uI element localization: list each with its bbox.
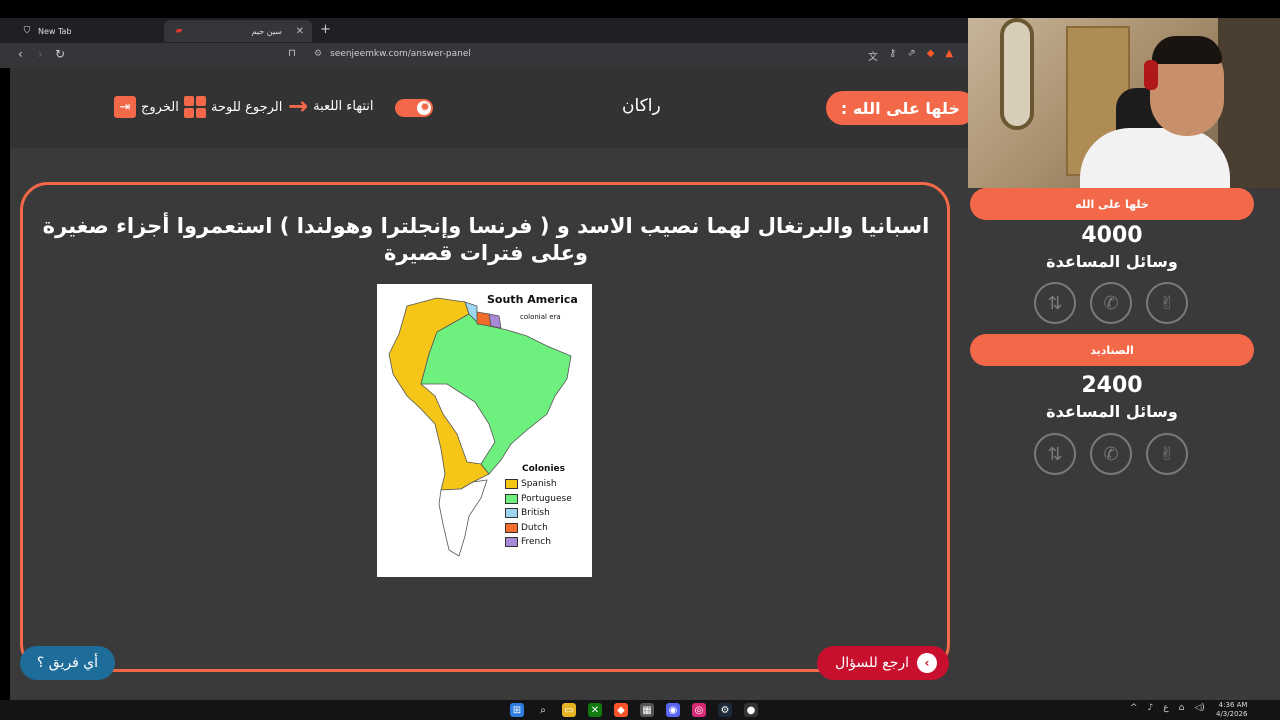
obs-icon[interactable]: ●: [744, 703, 758, 717]
system-tray: ^ ♪ ع ⌂ ◁): [1130, 703, 1205, 713]
peace-hand-icon[interactable]: ✌: [1146, 282, 1188, 324]
volume-icon[interactable]: ◁): [1194, 703, 1204, 713]
question-text: اسبانيا والبرتغال لهما نصيب الاسد و ( فر…: [42, 214, 930, 265]
map-title: South America: [487, 293, 578, 306]
brave-rewards-icon[interactable]: ▲: [945, 48, 953, 63]
browser-toolbar: 文 ⚷ ⇗ ◆ ▲: [868, 48, 953, 63]
map-region-french: [488, 313, 502, 329]
forward-arrow-icon[interactable]: ›: [38, 47, 43, 61]
exit-door-icon: ⇥: [114, 96, 136, 118]
grid-icon: [184, 96, 206, 118]
key-icon[interactable]: ⚷: [889, 48, 896, 63]
swap-question-icon[interactable]: ⇅: [1034, 433, 1076, 475]
steam-icon[interactable]: ⚙: [718, 703, 732, 717]
back-to-question-button[interactable]: ارجع للسؤال ‹: [817, 646, 949, 680]
shield-icon: ⛉: [23, 26, 31, 36]
brave-shield-icon[interactable]: ◆: [927, 48, 935, 63]
team-name-badge: الصناديد: [970, 334, 1254, 366]
lifelines-row: ⇅ ✆ ✌: [1034, 433, 1188, 475]
answer-panel-page: ⇥ الخروج الرجوع للوحة → انتهاء اللعبة ✹ …: [10, 68, 976, 700]
close-icon[interactable]: ✕: [296, 26, 304, 37]
os-taskbar: ⊞ ⌕ ▭ ✕ ◆ ▦ ◉ ◎ ⚙ ● ^ ♪ ع ⌂ ◁) 4:36 AM 4…: [0, 700, 1280, 720]
team-name-badge: خلها على الله: [970, 188, 1254, 220]
settings-toggle[interactable]: ✹: [395, 99, 433, 117]
legend-item: Spanish: [505, 477, 572, 492]
team-score: 4000: [1081, 223, 1143, 248]
microphone-icon[interactable]: ♪: [1148, 703, 1154, 713]
legend-swatch: [505, 537, 518, 548]
legend-swatch: [505, 508, 518, 519]
instagram-icon[interactable]: ◎: [692, 703, 706, 717]
gear-icon: ✹: [419, 100, 430, 114]
lifelines-row: ⇅ ✆ ✌: [1034, 282, 1188, 324]
brave-browser-icon[interactable]: ◆: [614, 703, 628, 717]
helps-label: وسائل المساعدة: [1046, 402, 1178, 421]
question-image: South America colonial era Colonies Span…: [377, 284, 592, 577]
legend-swatch: [505, 493, 518, 504]
current-team-name: راكان: [622, 96, 661, 116]
arrow-right-icon: →: [288, 92, 309, 120]
turn-badge: : خلها على الله: [826, 91, 976, 125]
map-region-unclaimed: [438, 479, 488, 557]
url-field[interactable]: ⚙ seenjeemkw.com/answer-panel: [314, 49, 471, 59]
legend-item: Dutch: [505, 521, 572, 536]
swap-question-icon[interactable]: ⇅: [1034, 282, 1076, 324]
site-info-icon[interactable]: ⚙: [314, 49, 322, 59]
legend-item: British: [505, 506, 572, 521]
tab-title: سين جيم: [251, 26, 282, 36]
translate-icon[interactable]: 文: [868, 48, 878, 63]
helps-label: وسائل المساعدة: [1046, 252, 1178, 271]
tab-seen-jeem[interactable]: ▰ سين جيم ✕: [164, 20, 312, 42]
map-legend: Colonies Spanish Portuguese British Dutc…: [505, 464, 572, 550]
back-to-board-button[interactable]: الرجوع للوحة: [184, 96, 282, 118]
file-explorer-icon[interactable]: ▭: [562, 703, 576, 717]
legend-swatch: [505, 479, 518, 490]
discord-icon[interactable]: ◉: [666, 703, 680, 717]
peace-hand-icon[interactable]: ✌: [1146, 433, 1188, 475]
legend-title: Colonies: [522, 464, 566, 474]
taskbar-apps: ⊞ ⌕ ▭ ✕ ◆ ▦ ◉ ◎ ⚙ ●: [510, 703, 758, 717]
map-subtitle: colonial era: [520, 313, 561, 321]
new-tab-button[interactable]: +: [320, 22, 331, 37]
team-score: 2400: [1081, 373, 1143, 398]
network-icon[interactable]: ⌂: [1179, 703, 1185, 713]
legend-swatch: [505, 522, 518, 533]
webcam-overlay: [968, 18, 1280, 188]
game-header: ⇥ الخروج الرجوع للوحة → انتهاء اللعبة ✹ …: [10, 68, 976, 148]
windows-start-icon[interactable]: ⊞: [510, 703, 524, 717]
which-team-button[interactable]: أي فريق ؟: [20, 646, 115, 680]
chevron-left-icon: ‹: [917, 653, 937, 673]
store-icon[interactable]: ▦: [640, 703, 654, 717]
language-icon[interactable]: ع: [1163, 703, 1168, 713]
tab-title: New Tab: [38, 26, 72, 36]
back-arrow-icon[interactable]: ‹: [18, 47, 23, 61]
search-icon[interactable]: ⌕: [536, 703, 550, 717]
chevron-up-icon[interactable]: ^: [1130, 703, 1138, 713]
bookmark-icon[interactable]: ⊓: [288, 48, 296, 59]
scoreboard: خلها على الله 4000 وسائل المساعدة ⇅ ✆ ✌ …: [968, 188, 1280, 700]
share-icon[interactable]: ⇗: [907, 48, 915, 63]
end-game-button[interactable]: → انتهاء اللعبة: [288, 92, 374, 120]
xbox-icon[interactable]: ✕: [588, 703, 602, 717]
phone-icon[interactable]: ✆: [1090, 433, 1132, 475]
legend-item: French: [505, 535, 572, 550]
phone-icon[interactable]: ✆: [1090, 282, 1132, 324]
exit-button[interactable]: ⇥ الخروج: [114, 96, 179, 118]
site-favicon-icon: ▰: [175, 26, 183, 36]
system-clock[interactable]: 4:36 AM 4/3/2026: [1216, 701, 1247, 719]
reload-icon[interactable]: ↻: [55, 47, 65, 61]
legend-item: Portuguese: [505, 492, 572, 507]
tab-new-tab[interactable]: ⛉ New Tab: [12, 20, 162, 42]
